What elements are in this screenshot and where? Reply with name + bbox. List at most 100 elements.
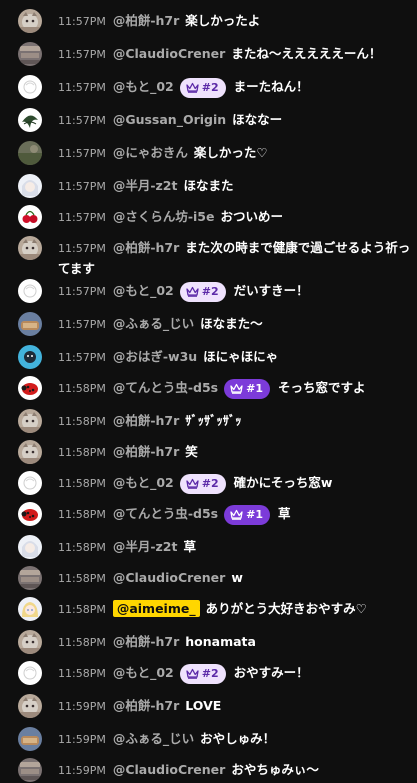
message-timestamp: 11:58PM	[58, 446, 106, 459]
message-text: w	[231, 570, 243, 585]
message-timestamp: 11:57PM	[58, 211, 106, 224]
badge-rank-label: #2	[201, 80, 219, 94]
author-avatar[interactable]	[18, 42, 42, 66]
author-name[interactable]: @にゃおきん	[113, 145, 188, 160]
author-avatar[interactable]	[18, 502, 42, 526]
message-line: 11:57PM @柏餅-h7r 楽しかったよ	[58, 11, 411, 32]
message-line: 11:58PM @半月-z2t 草	[58, 537, 411, 558]
author-name[interactable]: @柏餅-h7r	[113, 13, 179, 28]
author-avatar[interactable]	[18, 75, 42, 99]
author-avatar[interactable]	[18, 279, 42, 303]
message-timestamp: 11:57PM	[58, 147, 106, 160]
message-timestamp: 11:58PM	[58, 603, 106, 616]
message-timestamp: 11:57PM	[58, 180, 106, 193]
author-avatar[interactable]	[18, 694, 42, 718]
author-avatar[interactable]	[18, 440, 42, 464]
author-avatar[interactable]	[18, 727, 42, 751]
author-name[interactable]: @もと_02	[113, 79, 174, 94]
message-text: 草	[183, 539, 196, 554]
member-rank-badge: #2	[179, 663, 226, 684]
message-text: 笑	[185, 444, 198, 459]
author-name[interactable]: @ふぁる_じい	[113, 731, 194, 746]
crown-icon	[186, 82, 202, 93]
message-text: ほなまた〜	[200, 316, 263, 331]
badge-rank-label: #1	[246, 507, 263, 521]
author-name[interactable]: @ふぁる_じい	[113, 316, 194, 331]
author-name[interactable]: @柏餅-h7r	[113, 444, 179, 459]
member-rank-badge: #1	[224, 504, 270, 525]
author-name[interactable]: @てんとう虫-d5s	[113, 380, 218, 395]
message-line: 11:58PM @ClaudioCrener w	[58, 568, 411, 589]
author-name[interactable]: @Gussan_Origin	[113, 112, 226, 127]
author-avatar[interactable]	[18, 345, 42, 369]
author-avatar[interactable]	[18, 758, 42, 782]
message-line: 11:58PM @柏餅-h7r honamata	[58, 632, 411, 653]
author-name[interactable]: @てんとう虫-d5s	[113, 506, 218, 521]
message-line: 11:57PM @半月-z2t ほなまた	[58, 176, 411, 197]
badge-rank-label: #2	[201, 476, 219, 490]
message-text: だいすきー！	[233, 283, 309, 298]
author-name[interactable]: @柏餅-h7r	[113, 240, 179, 255]
message-line: 11:57PM @にゃおきん 楽しかった♡	[58, 143, 411, 164]
author-name[interactable]: @ClaudioCrener	[113, 570, 225, 585]
author-name[interactable]: @もと_02	[113, 665, 174, 680]
message-line: 11:57PM @Gussan_Origin ほななー	[58, 110, 411, 131]
author-name[interactable]: @柏餅-h7r	[113, 698, 179, 713]
badge-rank-label: #1	[246, 381, 263, 395]
author-avatar[interactable]	[18, 535, 42, 559]
crown-icon	[230, 383, 246, 394]
author-avatar[interactable]	[18, 236, 42, 260]
member-rank-badge: #2	[179, 281, 226, 302]
message-timestamp: 11:59PM	[58, 733, 106, 746]
author-name[interactable]: @半月-z2t	[113, 539, 178, 554]
message-line: 11:57PM @もと_02 #2 だいすきー！	[58, 281, 411, 302]
message-timestamp: 11:57PM	[58, 114, 106, 127]
message-text: そっち窓ですよ	[277, 380, 366, 395]
message-line: 11:58PM @てんとう虫-d5s #1 そっち窓ですよ	[58, 378, 411, 399]
message-text: LOVE	[185, 698, 222, 713]
message-timestamp: 11:58PM	[58, 508, 106, 521]
message-text: honamata	[185, 634, 256, 649]
author-avatar[interactable]	[18, 566, 42, 590]
badge-rank-label: #2	[201, 666, 219, 680]
author-avatar[interactable]	[18, 9, 42, 33]
author-avatar[interactable]	[18, 108, 42, 132]
author-name[interactable]: @ClaudioCrener	[113, 46, 225, 61]
author-name[interactable]: @柏餅-h7r	[113, 634, 179, 649]
author-name[interactable]: @ClaudioCrener	[113, 762, 225, 777]
message-text: おついめー	[220, 209, 283, 224]
author-name[interactable]: @aimeime_	[112, 600, 200, 617]
message-timestamp: 11:58PM	[58, 667, 106, 680]
author-avatar[interactable]	[18, 597, 42, 621]
author-name[interactable]: @柏餅-h7r	[113, 413, 179, 428]
author-avatar[interactable]	[18, 312, 42, 336]
message-timestamp: 11:57PM	[58, 318, 106, 331]
author-avatar[interactable]	[18, 376, 42, 400]
author-avatar[interactable]	[18, 141, 42, 165]
message-line: 11:57PM @もと_02 #2 まーたねん！	[58, 77, 411, 98]
author-name[interactable]: @おはぎ-w3u	[113, 349, 197, 364]
message-text: おやすみー！	[233, 665, 309, 680]
message-text: 楽しかった♡	[193, 145, 268, 160]
message-line: 11:58PM @もと_02 #2 おやすみー！	[58, 663, 411, 684]
author-avatar[interactable]	[18, 205, 42, 229]
message-line: 11:58PM @柏餅-h7r ｻﾞｯｻﾞｯｻﾞｯ	[58, 411, 411, 432]
author-avatar[interactable]	[18, 409, 42, 433]
author-avatar[interactable]	[18, 630, 42, 654]
author-avatar[interactable]	[18, 661, 42, 685]
author-avatar[interactable]	[18, 174, 42, 198]
message-timestamp: 11:58PM	[58, 382, 106, 395]
message-line: 11:57PM @柏餅-h7r また次の時まで健康で過ごせるよう祈ってます	[58, 238, 411, 279]
message-timestamp: 11:57PM	[58, 285, 106, 298]
author-name[interactable]: @さくらん坊-i5e	[113, 209, 215, 224]
message-text: ほななー	[232, 112, 283, 127]
message-text: ほにゃほにゃ	[203, 349, 279, 364]
message-line: 11:58PM @aimeime_ ありがとう大好きおやすみ♡	[58, 599, 411, 620]
author-avatar[interactable]	[18, 471, 42, 495]
author-name[interactable]: @もと_02	[113, 283, 174, 298]
author-name[interactable]: @もと_02	[113, 475, 174, 490]
message-text: 楽しかったよ	[185, 13, 261, 28]
author-name[interactable]: @半月-z2t	[113, 178, 178, 193]
crown-icon	[186, 286, 202, 297]
message-line: 11:57PM @ClaudioCrener またね〜えええええーん！	[58, 44, 411, 65]
